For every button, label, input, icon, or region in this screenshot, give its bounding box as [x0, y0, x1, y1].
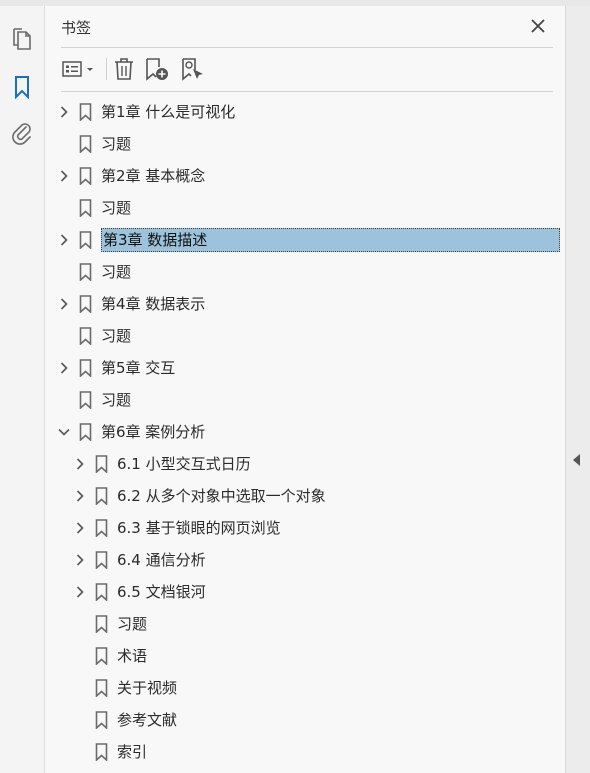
bookmark-item[interactable]: 习题	[45, 611, 565, 637]
bookmark-label: 索引	[117, 743, 148, 761]
bookmark-item[interactable]: 6.2 从多个对象中选取一个对象	[45, 483, 565, 509]
collapse-panel-arrow-icon[interactable]	[573, 454, 580, 466]
bookmark-label: 习题	[101, 135, 132, 153]
panel-title: 书签	[61, 19, 92, 37]
bookmark-label: 习题	[101, 199, 132, 217]
attachment-icon[interactable]	[9, 120, 35, 146]
bookmark-item[interactable]: 6.3 基于锁眼的网页浏览	[45, 515, 565, 541]
panel-resize-strip[interactable]	[565, 6, 590, 773]
chevron-right-icon[interactable]	[57, 169, 71, 183]
chevron-down-icon[interactable]	[57, 425, 71, 439]
bookmark-icon[interactable]	[9, 74, 35, 100]
bookmark-icon	[94, 455, 108, 473]
bookmark-icon	[78, 135, 92, 153]
bookmark-label: 习题	[117, 615, 148, 633]
bookmark-icon	[78, 167, 92, 185]
bookmark-item[interactable]: 6.4 通信分析	[45, 547, 565, 573]
panel-header: 书签	[45, 6, 565, 46]
bookmark-icon	[78, 391, 92, 409]
chevron-right-icon[interactable]	[73, 457, 87, 471]
bookmark-icon	[94, 711, 108, 729]
bookmark-label: 第1章 什么是可视化	[101, 103, 236, 121]
bookmark-label: 第6章 案例分析	[101, 423, 206, 441]
bookmark-icon	[78, 423, 92, 441]
navigation-rail	[0, 6, 45, 773]
bookmark-item[interactable]: 习题	[45, 323, 565, 349]
bookmark-icon	[78, 103, 92, 121]
new-bookmark-button[interactable]	[143, 56, 171, 82]
bookmark-icon	[78, 359, 92, 377]
bookmark-label: 6.5 文档银河	[117, 583, 206, 601]
bookmark-icon	[94, 647, 108, 665]
bookmark-label: 第4章 数据表示	[101, 295, 206, 313]
bookmark-icon	[94, 679, 108, 697]
header-divider	[61, 47, 553, 48]
bookmark-label: 术语	[117, 647, 148, 665]
bookmark-icon	[94, 519, 108, 537]
toolbar-divider	[61, 91, 553, 92]
bookmark-icon	[78, 231, 92, 249]
bookmark-icon	[94, 615, 108, 633]
bookmark-item[interactable]: 第4章 数据表示	[45, 291, 565, 317]
bookmark-label: 6.1 小型交互式日历	[117, 455, 251, 473]
bookmark-item[interactable]: 第3章 数据描述	[45, 227, 565, 253]
bookmark-item[interactable]: 第1章 什么是可视化	[45, 99, 565, 125]
bookmark-label: 关于视频	[117, 679, 178, 697]
bookmark-label: 6.4 通信分析	[117, 551, 206, 569]
bookmark-item[interactable]: 习题	[45, 131, 565, 157]
bookmark-icon	[78, 295, 92, 313]
chevron-right-icon[interactable]	[73, 489, 87, 503]
close-icon	[531, 19, 545, 33]
chevron-right-icon[interactable]	[73, 521, 87, 535]
bookmark-label: 第3章 数据描述	[101, 228, 560, 252]
bookmark-label: 习题	[101, 391, 132, 409]
bookmark-label: 6.3 基于锁眼的网页浏览	[117, 519, 281, 537]
new-bookmark-icon	[146, 58, 168, 81]
bookmark-item[interactable]: 术语	[45, 643, 565, 669]
close-button[interactable]	[527, 15, 549, 37]
find-bookmark-button[interactable]	[179, 56, 207, 82]
chevron-right-icon[interactable]	[57, 233, 71, 247]
bookmarks-panel: 书签 第1章 什么是可视化 习题 第2章 基本概念 习题 第3章 数据描述 习题…	[45, 6, 565, 773]
bookmark-item[interactable]: 第5章 交互	[45, 355, 565, 381]
bookmark-item[interactable]: 习题	[45, 195, 565, 221]
bookmark-label: 习题	[101, 327, 132, 345]
delete-bookmark-icon	[115, 58, 133, 80]
bookmark-icon	[94, 487, 108, 505]
bookmark-icon	[78, 263, 92, 281]
find-bookmark-icon	[182, 58, 203, 81]
delete-bookmark-button[interactable]	[111, 56, 137, 82]
chevron-right-icon[interactable]	[73, 553, 87, 567]
bookmark-item[interactable]: 第6章 案例分析	[45, 419, 565, 445]
bookmark-icon	[94, 583, 108, 601]
chevron-right-icon[interactable]	[57, 361, 71, 375]
bookmark-item[interactable]: 习题	[45, 387, 565, 413]
bookmark-label: 6.2 从多个对象中选取一个对象	[117, 487, 326, 505]
chevron-right-icon[interactable]	[57, 105, 71, 119]
chevron-right-icon[interactable]	[57, 297, 71, 311]
bookmark-label: 第5章 交互	[101, 359, 176, 377]
bookmark-icon	[94, 743, 108, 761]
bookmark-label: 参考文献	[117, 711, 178, 729]
bookmark-item[interactable]: 6.1 小型交互式日历	[45, 451, 565, 477]
bookmark-icon	[78, 327, 92, 345]
pages-icon[interactable]	[9, 26, 35, 52]
chevron-right-icon[interactable]	[73, 585, 87, 599]
bookmark-item[interactable]: 关于视频	[45, 675, 565, 701]
bookmark-item[interactable]: 6.5 文档银河	[45, 579, 565, 605]
bookmark-icon	[94, 551, 108, 569]
options-menu-button[interactable]	[61, 56, 99, 82]
bookmark-icon	[78, 199, 92, 217]
options-menu-icon	[62, 61, 93, 77]
bookmark-item[interactable]: 习题	[45, 259, 565, 285]
bookmark-label: 习题	[101, 263, 132, 281]
bookmarks-window: 书签 第1章 什么是可视化 习题 第2章 基本概念 习题 第3章 数据描述 习题…	[0, 0, 590, 773]
toolbar-separator	[106, 58, 107, 80]
bookmark-item[interactable]: 第2章 基本概念	[45, 163, 565, 189]
bookmark-item[interactable]: 参考文献	[45, 707, 565, 733]
bookmark-label: 第2章 基本概念	[101, 167, 206, 185]
bookmark-item[interactable]: 索引	[45, 739, 565, 765]
